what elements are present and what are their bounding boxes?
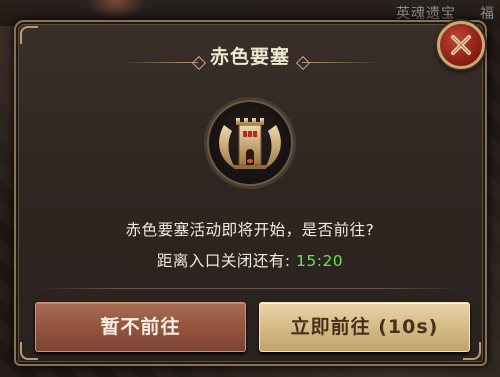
background-character [86, 0, 146, 20]
countdown-row: 距离入口关闭还有: 15:20 [0, 249, 500, 271]
close-x-icon [451, 35, 471, 55]
event-message: 赤色要塞活动即将开始，是否前往? [125, 221, 375, 239]
countdown-timer: 15:20 [296, 252, 344, 270]
fortress-tower-icon [204, 97, 296, 189]
title-divider-right [302, 62, 380, 63]
close-button[interactable] [437, 21, 485, 69]
button-divider [36, 288, 464, 289]
go-now-button[interactable]: 立即前往 (10s) [259, 302, 470, 352]
background-menu-label-partial: 福 [480, 6, 494, 22]
dialog-title: 赤色要塞 [209, 46, 290, 68]
countdown-label: 距离入口关闭还有: [156, 252, 291, 270]
decline-button[interactable]: 暂不前往 [35, 302, 246, 352]
